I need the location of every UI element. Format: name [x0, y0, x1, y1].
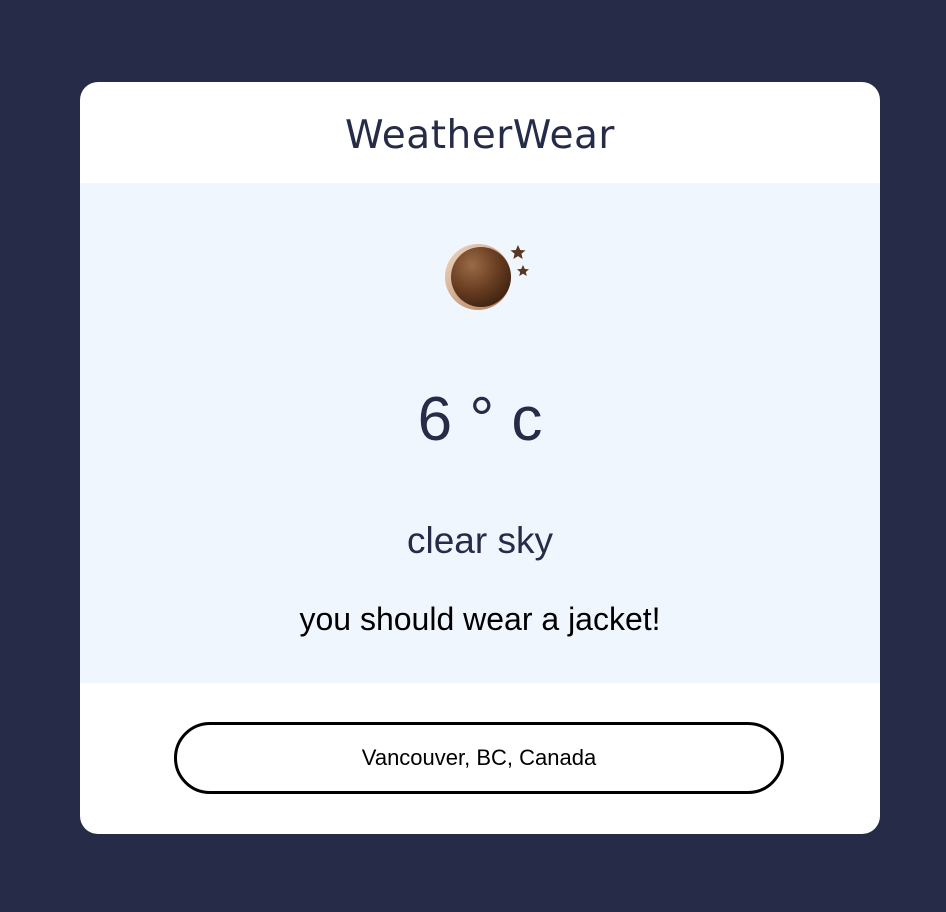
temperature: 6 ° c: [417, 385, 543, 454]
clothing-advice: you should wear a jacket!: [299, 601, 661, 637]
location-input[interactable]: [174, 722, 784, 794]
moon-stars-icon: [445, 244, 529, 310]
weather-description: clear sky: [407, 520, 553, 561]
weather-card: WeatherWear 6 ° c clear sky you should w: [80, 82, 880, 834]
app-title: WeatherWear: [345, 113, 615, 158]
weather-panel: 6 ° c clear sky you should wear a jacket…: [80, 183, 880, 683]
